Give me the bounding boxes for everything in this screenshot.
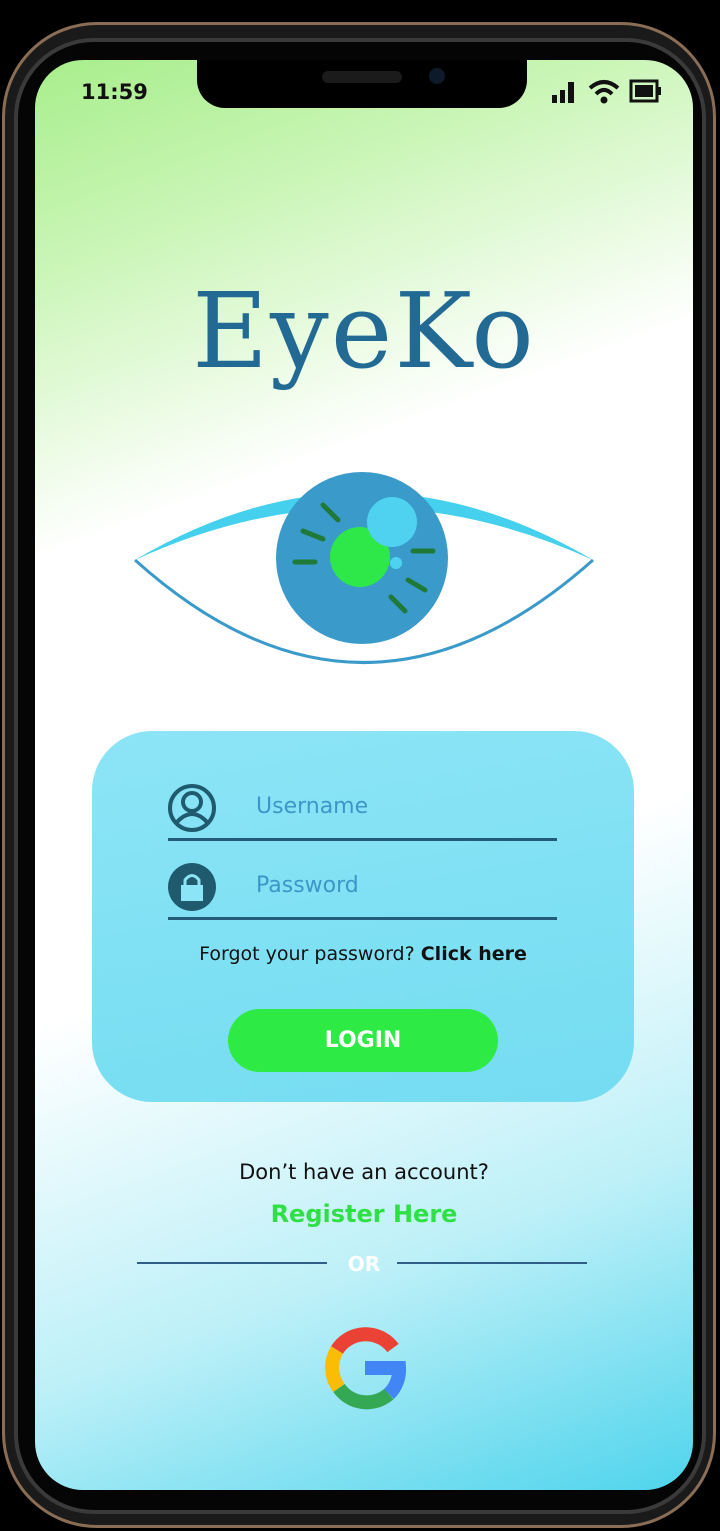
status-time: 11:59 (81, 80, 148, 104)
login-card: Username Password Forgot your password? … (92, 731, 634, 1102)
google-icon[interactable] (323, 1326, 407, 1410)
password-field[interactable]: Password (168, 855, 557, 920)
notch (197, 60, 527, 108)
camera (429, 68, 445, 84)
app-logo: EyeKo (192, 270, 536, 392)
forgot-link[interactable]: Click here (421, 943, 527, 965)
register-link[interactable]: Register Here (35, 1200, 693, 1228)
password-input[interactable]: Password (256, 873, 359, 898)
speaker (322, 71, 402, 83)
login-button[interactable]: LOGIN (228, 1009, 498, 1072)
forgot-text: Forgot your password? (199, 943, 415, 965)
lock-icon (168, 863, 216, 911)
eye-illustration (133, 472, 594, 664)
or-divider-text: OR (347, 1252, 381, 1276)
status-icons (551, 78, 663, 104)
screen: 11:59 EyeKo Username Password Forgot you… (35, 60, 693, 1490)
battery-icon (629, 79, 661, 103)
user-icon (168, 784, 216, 832)
username-field[interactable]: Username (168, 776, 557, 841)
username-input[interactable]: Username (256, 794, 368, 819)
forgot-password: Forgot your password? Click here (92, 943, 634, 965)
signal-icon (552, 82, 574, 103)
no-account-text: Don’t have an account? (239, 1160, 489, 1184)
wifi-icon (588, 80, 620, 104)
